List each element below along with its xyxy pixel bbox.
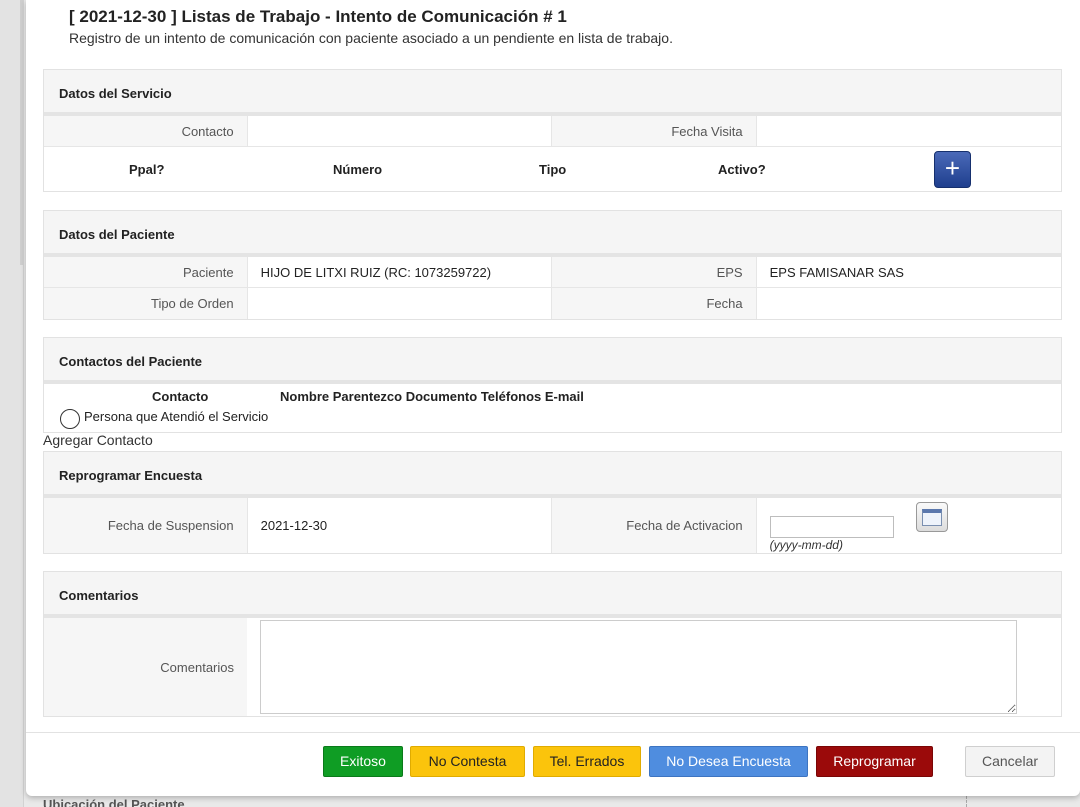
add-phone-button[interactable]: + <box>934 151 971 188</box>
comentarios-textarea[interactable] <box>260 620 1017 714</box>
suspension-label: Fecha de Suspension <box>44 498 247 553</box>
persona-atendio-radio[interactable] <box>60 409 80 429</box>
activacion-date-input[interactable] <box>769 516 894 538</box>
column-header-ppal: Ppal? <box>129 162 165 177</box>
form-row: Comentarios <box>44 618 1061 716</box>
panel-datos-paciente: Datos del Paciente Paciente HIJO DE LITX… <box>43 210 1062 320</box>
form-row: Contacto Fecha Visita <box>44 116 1061 147</box>
panel-heading: Contactos del Paciente <box>44 338 1061 384</box>
panel-heading: Datos del Paciente <box>44 211 1061 257</box>
exitoso-button[interactable]: Exitoso <box>323 746 403 777</box>
panel-heading: Datos del Servicio <box>44 70 1061 116</box>
background-strip <box>0 0 24 807</box>
tel-errados-button[interactable]: Tel. Errados <box>533 746 641 777</box>
panel-reprogramar-encuesta: Reprogramar Encuesta Fecha de Suspension… <box>43 451 1062 554</box>
comentarios-label: Comentarios <box>44 618 247 716</box>
contact-table: Contacto Nombre Parentezco Documento Tel… <box>44 384 1061 432</box>
panel-heading: Reprogramar Encuesta <box>44 452 1061 498</box>
fecha-visita-value <box>755 116 1061 146</box>
eps-label: EPS <box>552 257 756 287</box>
form-row: Paciente HIJO DE LITXI RUIZ (RC: 1073259… <box>44 257 1061 288</box>
column-header-contacto: Contacto <box>152 389 209 404</box>
paciente-label: Paciente <box>44 257 247 287</box>
form-row: Fecha de Suspension 2021-12-30 Fecha de … <box>44 498 1061 553</box>
contact-columns-header: Nombre Parentezco Documento Teléfonos E-… <box>280 389 584 404</box>
date-format-hint: (yyyy-mm-dd) <box>769 538 843 552</box>
panel-heading: Comentarios <box>44 572 1061 618</box>
contacto-value <box>246 116 552 146</box>
no-contesta-button[interactable]: No Contesta <box>410 746 525 777</box>
reprogramar-button[interactable]: Reprogramar <box>816 746 933 777</box>
fecha-label: Fecha <box>552 288 756 319</box>
footer-divider <box>26 732 1080 733</box>
background-section-title: Ubicación del Paciente <box>43 797 185 807</box>
persona-atendio-label: Persona que Atendió el Servicio <box>84 409 269 424</box>
column-header-activo: Activo? <box>718 162 766 177</box>
suspension-value: 2021-12-30 <box>246 498 552 553</box>
tipo-orden-value <box>246 288 552 319</box>
calendar-button[interactable] <box>916 502 948 532</box>
tipo-orden-label: Tipo de Orden <box>44 288 247 319</box>
fecha-value <box>755 288 1061 319</box>
eps-value: EPS FAMISANAR SAS <box>755 257 1061 287</box>
form-row: Tipo de Orden Fecha <box>44 288 1061 319</box>
panel-datos-servicio: Datos del Servicio Contacto Fecha Visita… <box>43 69 1062 192</box>
paciente-value: HIJO DE LITXI RUIZ (RC: 1073259722) <box>246 257 552 287</box>
background-divider <box>966 796 967 807</box>
cancelar-button[interactable]: Cancelar <box>965 746 1055 777</box>
phone-table-header: Ppal? Número Tipo Activo? + <box>44 147 1061 192</box>
background-scrollbar <box>20 0 23 265</box>
panel-comentarios: Comentarios Comentarios <box>43 571 1062 717</box>
calendar-icon <box>922 509 942 526</box>
communication-attempt-dialog: [ 2021-12-30 ] Listas de Trabajo - Inten… <box>26 0 1080 796</box>
dialog-title: [ 2021-12-30 ] Listas de Trabajo - Inten… <box>69 7 567 26</box>
column-header-numero: Número <box>333 162 383 177</box>
dialog-subtitle: Registro de un intento de comunicación c… <box>69 30 673 46</box>
activacion-cell: (yyyy-mm-dd) <box>755 498 1061 553</box>
column-header-tipo: Tipo <box>539 162 567 177</box>
add-contact-link[interactable]: Agregar Contacto <box>43 432 153 448</box>
no-desea-encuesta-button[interactable]: No Desea Encuesta <box>649 746 808 777</box>
panel-contactos-paciente: Contactos del Paciente Contacto Nombre P… <box>43 337 1062 433</box>
activacion-label: Fecha de Activacion <box>552 498 756 553</box>
contacto-label: Contacto <box>44 116 247 146</box>
fecha-visita-label: Fecha Visita <box>552 116 756 146</box>
